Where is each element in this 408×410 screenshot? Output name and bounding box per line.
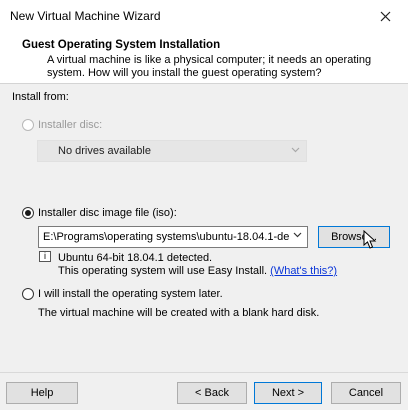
title-bar: New Virtual Machine Wizard (0, 0, 408, 32)
whats-this-link[interactable]: (What's this?) (270, 265, 337, 277)
iso-radio[interactable] (22, 207, 34, 219)
back-button[interactable]: < Back (177, 382, 247, 404)
footer-separator (0, 372, 408, 373)
easy-install-note: This operating system will use Easy Inst… (58, 265, 268, 277)
install-later-label: I will install the operating system late… (38, 288, 223, 300)
install-later-radio[interactable] (22, 288, 34, 300)
iso-path-combo[interactable]: E:\Programs\operating systems\ubuntu-18.… (38, 226, 308, 248)
detected-os-text: Ubuntu 64-bit 18.04.1 detected. (58, 252, 213, 264)
browse-button[interactable]: Browse... (318, 226, 390, 248)
installer-disc-dropdown[interactable]: No drives available (37, 140, 307, 162)
wizard-footer: Help < Back Next > Cancel (0, 376, 408, 410)
window-title: New Virtual Machine Wizard (10, 9, 161, 23)
chevron-down-icon[interactable] (293, 230, 302, 242)
install-from-label: Install from: (12, 91, 69, 103)
help-button[interactable]: Help (6, 382, 78, 404)
installer-disc-label: Installer disc: (38, 119, 103, 131)
installer-disc-dropdown-value: No drives available (58, 145, 151, 157)
easy-install-text: This operating system will use Easy Inst… (58, 265, 337, 277)
install-options: Install from: Installer disc: No drives … (0, 85, 408, 375)
wizard-header: Guest Operating System Installation A vi… (0, 32, 408, 84)
iso-label: Installer disc image file (iso): (38, 207, 177, 219)
info-icon: i (39, 251, 51, 262)
installer-disc-radio[interactable] (22, 119, 34, 131)
cancel-button[interactable]: Cancel (331, 382, 401, 404)
iso-path-value[interactable]: E:\Programs\operating systems\ubuntu-18.… (43, 231, 289, 243)
chevron-down-icon (291, 145, 300, 157)
next-button[interactable]: Next > (254, 382, 322, 404)
close-icon (380, 11, 390, 21)
header-title: Guest Operating System Installation (22, 39, 221, 51)
close-button[interactable] (362, 0, 408, 32)
header-description: A virtual machine is like a physical com… (47, 54, 372, 79)
blank-disk-note: The virtual machine will be created with… (38, 307, 320, 319)
mouse-cursor-icon (363, 229, 377, 253)
